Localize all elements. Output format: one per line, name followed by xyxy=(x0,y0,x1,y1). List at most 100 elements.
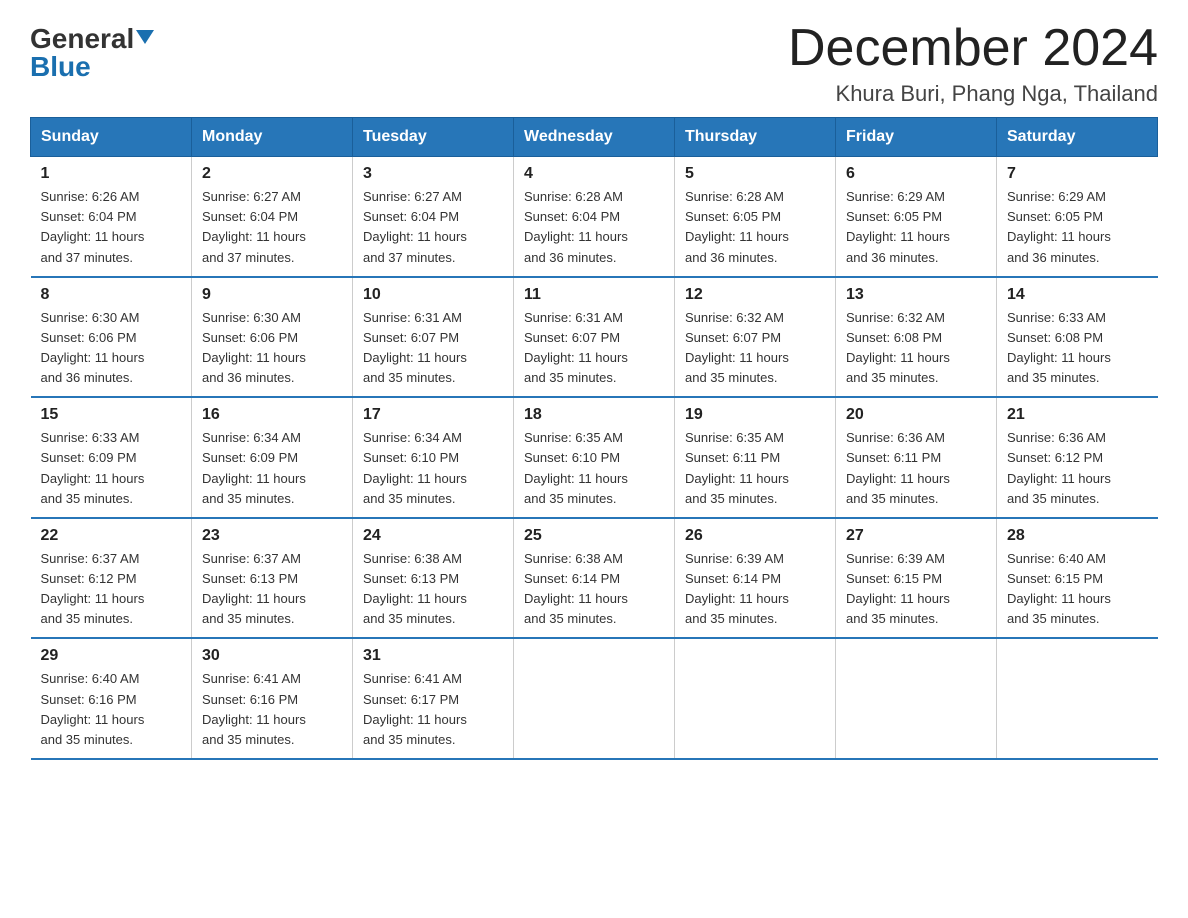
day-number: 27 xyxy=(846,527,986,545)
calendar-week-row: 1Sunrise: 6:26 AM Sunset: 6:04 PM Daylig… xyxy=(31,157,1158,277)
day-info: Sunrise: 6:38 AM Sunset: 6:13 PM Dayligh… xyxy=(363,549,503,630)
calendar-cell: 13 Sunrise: 6:32 AM Sunset: 6:08 PM Dayli… xyxy=(836,277,997,398)
page-title: December 2024 xyxy=(788,20,1158,77)
day-info: Sunrise: 6:32 AM Sunset: 6:07 PM Dayligh… xyxy=(685,308,825,389)
day-info: Sunrise: 6:27 AM Sunset: 6:04 PM Dayligh… xyxy=(363,187,503,268)
day-info: Sunrise: 6:41 AM Sunset: 6:16 PM Dayligh… xyxy=(202,669,342,750)
calendar-cell: 8 Sunrise: 6:30 AM Sunset: 6:06 PM Daylig… xyxy=(31,277,192,398)
day-number: 6 xyxy=(846,165,986,183)
title-block: December 2024 Khura Buri, Phang Nga, Tha… xyxy=(788,20,1158,107)
day-number: 3 xyxy=(363,165,503,183)
day-number: 28 xyxy=(1007,527,1148,545)
calendar-cell: 5Sunrise: 6:28 AM Sunset: 6:05 PM Daylig… xyxy=(675,157,836,277)
weekday-header-monday: Monday xyxy=(192,118,353,157)
calendar-cell: 25Sunrise: 6:38 AM Sunset: 6:14 PM Dayli… xyxy=(514,518,675,639)
calendar-cell: 29 Sunrise: 6:40 AM Sunset: 6:16 PM Dayli… xyxy=(31,638,192,759)
calendar-week-row: 15 Sunrise: 6:33 AM Sunset: 6:09 PM Dayli… xyxy=(31,397,1158,518)
day-info: Sunrise: 6:30 AM Sunset: 6:06 PM Dayligh… xyxy=(41,308,182,389)
calendar-cell: 15 Sunrise: 6:33 AM Sunset: 6:09 PM Dayli… xyxy=(31,397,192,518)
calendar-cell: 14 Sunrise: 6:33 AM Sunset: 6:08 PM Dayli… xyxy=(997,277,1158,398)
day-number: 20 xyxy=(846,406,986,424)
day-info: Sunrise: 6:34 AM Sunset: 6:10 PM Dayligh… xyxy=(363,428,503,509)
calendar-cell: 12 Sunrise: 6:32 AM Sunset: 6:07 PM Dayli… xyxy=(675,277,836,398)
calendar-cell: 30 Sunrise: 6:41 AM Sunset: 6:16 PM Dayli… xyxy=(192,638,353,759)
day-info: Sunrise: 6:41 AM Sunset: 6:17 PM Dayligh… xyxy=(363,669,503,750)
logo-general-text: General xyxy=(30,25,134,53)
day-number: 21 xyxy=(1007,406,1148,424)
day-info: Sunrise: 6:36 AM Sunset: 6:12 PM Dayligh… xyxy=(1007,428,1148,509)
logo-triangle-icon xyxy=(136,30,154,44)
day-info: Sunrise: 6:29 AM Sunset: 6:05 PM Dayligh… xyxy=(846,187,986,268)
calendar-cell xyxy=(675,638,836,759)
calendar-cell: 7 Sunrise: 6:29 AM Sunset: 6:05 PM Daylig… xyxy=(997,157,1158,277)
day-number: 24 xyxy=(363,527,503,545)
day-info: Sunrise: 6:35 AM Sunset: 6:10 PM Dayligh… xyxy=(524,428,664,509)
day-number: 16 xyxy=(202,406,342,424)
day-number: 23 xyxy=(202,527,342,545)
day-info: Sunrise: 6:37 AM Sunset: 6:12 PM Dayligh… xyxy=(41,549,182,630)
day-info: Sunrise: 6:39 AM Sunset: 6:14 PM Dayligh… xyxy=(685,549,825,630)
calendar-cell: 19 Sunrise: 6:35 AM Sunset: 6:11 PM Dayli… xyxy=(675,397,836,518)
weekday-header-saturday: Saturday xyxy=(997,118,1158,157)
calendar-cell xyxy=(836,638,997,759)
day-number: 29 xyxy=(41,647,182,665)
calendar-week-row: 22 Sunrise: 6:37 AM Sunset: 6:12 PM Dayli… xyxy=(31,518,1158,639)
calendar-cell: 17Sunrise: 6:34 AM Sunset: 6:10 PM Dayli… xyxy=(353,397,514,518)
day-info: Sunrise: 6:38 AM Sunset: 6:14 PM Dayligh… xyxy=(524,549,664,630)
calendar-week-row: 29 Sunrise: 6:40 AM Sunset: 6:16 PM Dayli… xyxy=(31,638,1158,759)
calendar-cell: 28 Sunrise: 6:40 AM Sunset: 6:15 PM Dayli… xyxy=(997,518,1158,639)
calendar-cell: 31 Sunrise: 6:41 AM Sunset: 6:17 PM Dayli… xyxy=(353,638,514,759)
day-info: Sunrise: 6:32 AM Sunset: 6:08 PM Dayligh… xyxy=(846,308,986,389)
day-number: 5 xyxy=(685,165,825,183)
day-number: 18 xyxy=(524,406,664,424)
logo-blue-text: Blue xyxy=(30,51,91,82)
day-number: 26 xyxy=(685,527,825,545)
day-number: 9 xyxy=(202,286,342,304)
calendar-cell: 22 Sunrise: 6:37 AM Sunset: 6:12 PM Dayli… xyxy=(31,518,192,639)
day-number: 14 xyxy=(1007,286,1148,304)
day-number: 19 xyxy=(685,406,825,424)
day-number: 15 xyxy=(41,406,182,424)
calendar-cell xyxy=(514,638,675,759)
calendar-cell: 18 Sunrise: 6:35 AM Sunset: 6:10 PM Dayli… xyxy=(514,397,675,518)
day-info: Sunrise: 6:26 AM Sunset: 6:04 PM Dayligh… xyxy=(41,187,182,268)
day-info: Sunrise: 6:31 AM Sunset: 6:07 PM Dayligh… xyxy=(363,308,503,389)
calendar-cell: 3 Sunrise: 6:27 AM Sunset: 6:04 PM Daylig… xyxy=(353,157,514,277)
day-info: Sunrise: 6:35 AM Sunset: 6:11 PM Dayligh… xyxy=(685,428,825,509)
day-number: 13 xyxy=(846,286,986,304)
day-info: Sunrise: 6:36 AM Sunset: 6:11 PM Dayligh… xyxy=(846,428,986,509)
weekday-header-thursday: Thursday xyxy=(675,118,836,157)
calendar-cell: 11Sunrise: 6:31 AM Sunset: 6:07 PM Dayli… xyxy=(514,277,675,398)
calendar-cell: 21 Sunrise: 6:36 AM Sunset: 6:12 PM Dayli… xyxy=(997,397,1158,518)
day-info: Sunrise: 6:40 AM Sunset: 6:15 PM Dayligh… xyxy=(1007,549,1148,630)
logo: General Blue xyxy=(30,25,154,81)
day-number: 22 xyxy=(41,527,182,545)
calendar-cell: 20 Sunrise: 6:36 AM Sunset: 6:11 PM Dayli… xyxy=(836,397,997,518)
day-info: Sunrise: 6:40 AM Sunset: 6:16 PM Dayligh… xyxy=(41,669,182,750)
day-info: Sunrise: 6:33 AM Sunset: 6:09 PM Dayligh… xyxy=(41,428,182,509)
day-info: Sunrise: 6:30 AM Sunset: 6:06 PM Dayligh… xyxy=(202,308,342,389)
day-number: 12 xyxy=(685,286,825,304)
day-info: Sunrise: 6:37 AM Sunset: 6:13 PM Dayligh… xyxy=(202,549,342,630)
calendar-cell: 6 Sunrise: 6:29 AM Sunset: 6:05 PM Daylig… xyxy=(836,157,997,277)
day-info: Sunrise: 6:33 AM Sunset: 6:08 PM Dayligh… xyxy=(1007,308,1148,389)
calendar-cell: 23 Sunrise: 6:37 AM Sunset: 6:13 PM Dayli… xyxy=(192,518,353,639)
day-info: Sunrise: 6:39 AM Sunset: 6:15 PM Dayligh… xyxy=(846,549,986,630)
calendar-cell: 26 Sunrise: 6:39 AM Sunset: 6:14 PM Dayli… xyxy=(675,518,836,639)
page-header: General Blue December 2024 Khura Buri, P… xyxy=(30,20,1158,107)
day-number: 2 xyxy=(202,165,342,183)
weekday-header-friday: Friday xyxy=(836,118,997,157)
day-info: Sunrise: 6:29 AM Sunset: 6:05 PM Dayligh… xyxy=(1007,187,1148,268)
calendar-cell xyxy=(997,638,1158,759)
day-info: Sunrise: 6:31 AM Sunset: 6:07 PM Dayligh… xyxy=(524,308,664,389)
day-number: 7 xyxy=(1007,165,1148,183)
weekday-header-sunday: Sunday xyxy=(31,118,192,157)
day-number: 10 xyxy=(363,286,503,304)
weekday-header-row: SundayMondayTuesdayWednesdayThursdayFrid… xyxy=(31,118,1158,157)
day-number: 31 xyxy=(363,647,503,665)
calendar-cell: 10 Sunrise: 6:31 AM Sunset: 6:07 PM Dayli… xyxy=(353,277,514,398)
day-info: Sunrise: 6:27 AM Sunset: 6:04 PM Dayligh… xyxy=(202,187,342,268)
calendar-cell: 24 Sunrise: 6:38 AM Sunset: 6:13 PM Dayli… xyxy=(353,518,514,639)
day-number: 30 xyxy=(202,647,342,665)
day-number: 8 xyxy=(41,286,182,304)
